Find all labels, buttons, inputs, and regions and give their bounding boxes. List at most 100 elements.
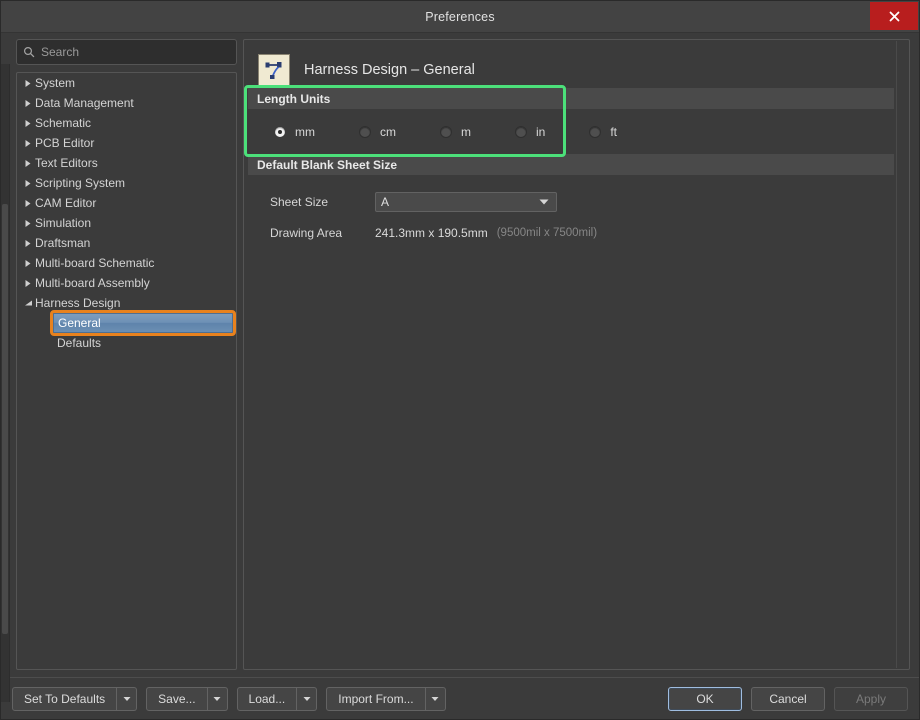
load-dropdown-arrow[interactable]: [297, 687, 317, 711]
preferences-tree[interactable]: System Data Management Schematic PCB Editor…: [16, 72, 237, 670]
drawing-area-alt-units: (9500mil x 7500mil): [497, 227, 597, 239]
sheet-size-row: Sheet Size A: [248, 189, 909, 215]
length-unit-radio-cm[interactable]: cm: [359, 125, 396, 139]
sidebar-item-scripting-system[interactable]: Scripting System: [17, 173, 236, 193]
search-icon: [23, 46, 35, 58]
sidebar-item-schematic[interactable]: Schematic: [17, 113, 236, 133]
sidebar-item-label: Harness Design: [35, 296, 120, 310]
sidebar-item-draftsman[interactable]: Draftsman: [17, 233, 236, 253]
sidebar-item-label: System: [35, 76, 75, 90]
sidebar: System Data Management Schematic PCB Editor…: [16, 39, 237, 677]
length-unit-label: ft: [610, 125, 617, 139]
sidebar-item-label: Simulation: [35, 216, 91, 230]
length-unit-radio-mm[interactable]: mm: [274, 125, 315, 139]
drawing-area-value: 241.3mm x 190.5mm: [375, 226, 488, 240]
page-header: Harness Design – General: [244, 40, 909, 88]
close-icon[interactable]: [870, 2, 918, 30]
sidebar-item-label: Schematic: [35, 116, 91, 130]
sidebar-item-multi-board-schematic[interactable]: Multi-board Schematic: [17, 253, 236, 273]
title-bar: Preferences: [1, 1, 919, 33]
outer-scrollbar-thumb[interactable]: [2, 204, 8, 634]
settings-panel: Harness Design – General Length Units mm…: [243, 39, 910, 670]
set-to-defaults-button[interactable]: Set To Defaults: [12, 687, 117, 711]
sidebar-item-cam-editor[interactable]: CAM Editor: [17, 193, 236, 213]
save-button[interactable]: Save...: [146, 687, 207, 711]
chevron-down-icon[interactable]: [21, 299, 35, 307]
length-unit-radio-ft[interactable]: ft: [589, 125, 617, 139]
radio-icon: [359, 126, 371, 138]
preferences-dialog: Preferences SystemData: [0, 0, 920, 720]
drawing-area-row: Drawing Area 241.3mm x 190.5mm (9500mil …: [248, 220, 909, 246]
length-units-body: mm cm m in ft: [244, 109, 909, 154]
sidebar-item-system[interactable]: System: [17, 73, 236, 93]
sheet-size-header: Default Blank Sheet Size: [248, 154, 894, 175]
radio-icon: [515, 126, 527, 138]
search-box[interactable]: [16, 39, 237, 65]
save-dropdown-arrow[interactable]: [208, 687, 228, 711]
chevron-right-icon[interactable]: [21, 179, 35, 188]
sidebar-item-defaults[interactable]: Defaults: [17, 333, 236, 353]
settings-scrollbar[interactable]: [896, 41, 908, 668]
sheet-size-label: Sheet Size: [270, 195, 375, 209]
sidebar-item-text-editors[interactable]: Text Editors: [17, 153, 236, 173]
tree-list: System Data Management Schematic PCB Editor…: [17, 73, 236, 353]
chevron-right-icon[interactable]: [21, 159, 35, 168]
chevron-right-icon[interactable]: [21, 139, 35, 148]
chevron-right-icon[interactable]: [21, 239, 35, 248]
length-unit-label: m: [461, 125, 471, 139]
chevron-right-icon[interactable]: [21, 119, 35, 128]
import-from-button[interactable]: Import From...: [326, 687, 425, 711]
sidebar-item-label: Text Editors: [35, 156, 98, 170]
length-unit-radio-in[interactable]: in: [515, 125, 545, 139]
set-to-defaults-dropdown-arrow[interactable]: [117, 687, 137, 711]
sidebar-item-label: Defaults: [57, 336, 101, 350]
save-split-button[interactable]: Save...: [146, 687, 227, 711]
sidebar-item-general[interactable]: General: [53, 313, 233, 333]
radio-icon: [440, 126, 452, 138]
sidebar-item-label: Multi-board Schematic: [35, 256, 154, 270]
sidebar-item-label: Data Management: [35, 96, 134, 110]
outer-scrollbar[interactable]: [1, 64, 10, 702]
radio-icon: [589, 126, 601, 138]
sidebar-item-label: CAM Editor: [35, 196, 96, 210]
sidebar-item-label: Draftsman: [35, 236, 90, 250]
sheet-size-body: Sheet Size A Drawing Area 241.3mm x 190.…: [244, 175, 909, 246]
drawing-area-label: Drawing Area: [270, 226, 375, 240]
set-to-defaults-split-button[interactable]: Set To Defaults: [12, 687, 137, 711]
chevron-right-icon[interactable]: [21, 99, 35, 108]
length-unit-label: mm: [295, 125, 315, 139]
chevron-right-icon[interactable]: [21, 199, 35, 208]
chevron-right-icon[interactable]: [21, 279, 35, 288]
apply-button[interactable]: Apply: [834, 687, 908, 711]
sidebar-item-label: Multi-board Assembly: [35, 276, 150, 290]
load-button[interactable]: Load...: [237, 687, 298, 711]
chevron-right-icon[interactable]: [21, 79, 35, 88]
close-glyph: [889, 11, 900, 22]
ok-button[interactable]: OK: [668, 687, 742, 711]
window-title: Preferences: [425, 10, 495, 24]
length-units-radio-group: mm cm m in ft: [248, 109, 909, 154]
sidebar-item-harness-design[interactable]: Harness Design: [17, 293, 236, 313]
dialog-body: System Data Management Schematic PCB Editor…: [1, 33, 919, 677]
sidebar-item-pcb-editor[interactable]: PCB Editor: [17, 133, 236, 153]
sheet-size-value: A: [381, 195, 389, 209]
chevron-down-icon: [539, 199, 549, 206]
import-from-dropdown-arrow[interactable]: [426, 687, 446, 711]
sidebar-item-simulation[interactable]: Simulation: [17, 213, 236, 233]
length-unit-label: cm: [380, 125, 396, 139]
cancel-button[interactable]: Cancel: [751, 687, 825, 711]
sidebar-item-multi-board-assembly[interactable]: Multi-board Assembly: [17, 273, 236, 293]
import-from-split-button[interactable]: Import From...: [326, 687, 445, 711]
chevron-right-icon[interactable]: [21, 219, 35, 228]
sidebar-item-data-management[interactable]: Data Management: [17, 93, 236, 113]
chevron-right-icon[interactable]: [21, 259, 35, 268]
footer-bar: Set To Defaults Save... Load... Import F…: [1, 677, 919, 719]
search-input[interactable]: [41, 45, 230, 59]
harness-design-icon: [258, 54, 290, 86]
length-unit-radio-m[interactable]: m: [440, 125, 471, 139]
sidebar-item-label: General: [58, 316, 101, 330]
length-unit-label: in: [536, 125, 545, 139]
load-split-button[interactable]: Load...: [237, 687, 318, 711]
sheet-size-dropdown[interactable]: A: [375, 192, 557, 212]
sidebar-item-label: PCB Editor: [35, 136, 94, 150]
